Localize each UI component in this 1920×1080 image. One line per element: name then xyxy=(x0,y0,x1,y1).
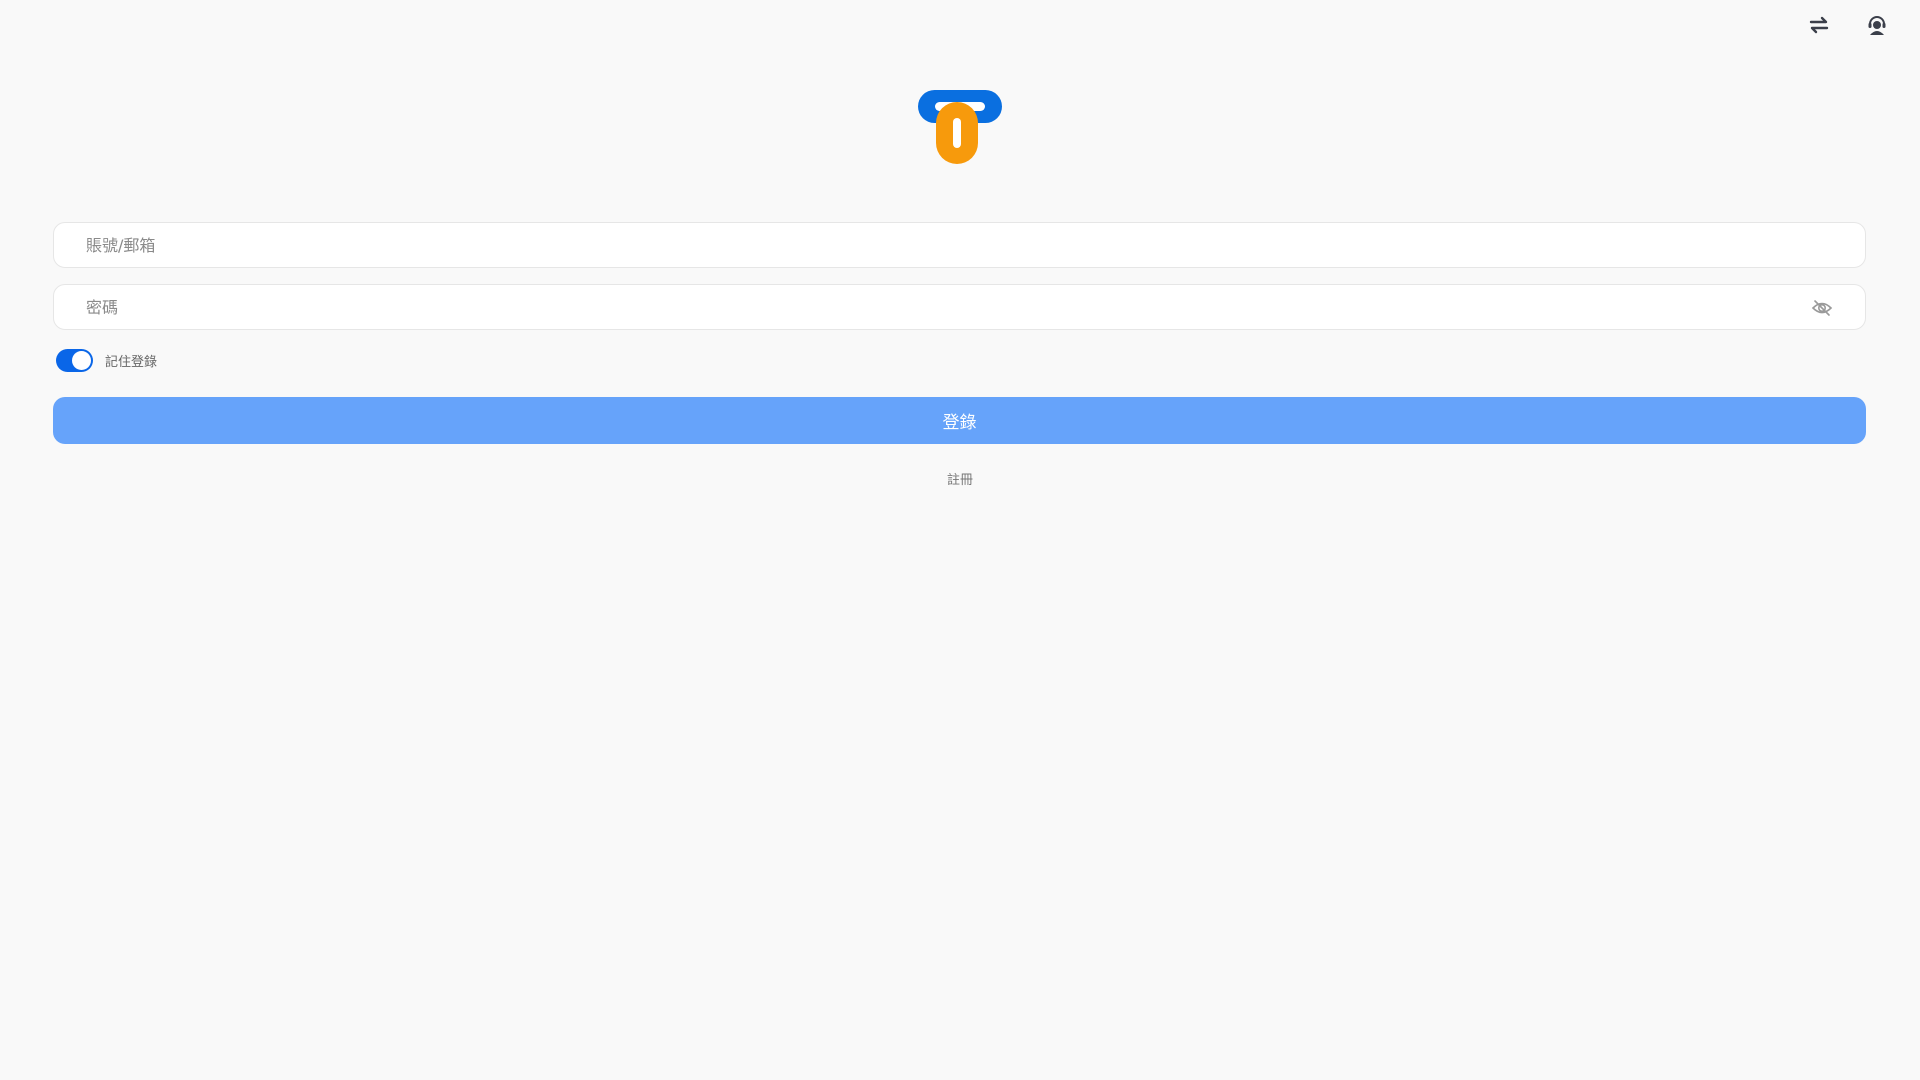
account-field[interactable] xyxy=(53,222,1866,268)
remember-login-label: 記住登錄 xyxy=(105,355,158,370)
top-toolbar xyxy=(1804,10,1892,40)
remember-login: 記住登錄 xyxy=(56,349,157,372)
remember-login-toggle[interactable] xyxy=(56,349,93,372)
login-button[interactable]: 登錄 xyxy=(53,397,1866,444)
account-input[interactable] xyxy=(54,223,1865,267)
toggle-knob xyxy=(72,351,91,370)
login-page: 記住登錄 登錄 註冊 xyxy=(0,0,1920,1080)
eye-off-icon[interactable] xyxy=(1811,297,1833,319)
support-agent-icon[interactable] xyxy=(1862,10,1892,40)
swap-icon[interactable] xyxy=(1804,10,1834,40)
password-input[interactable] xyxy=(54,285,1865,329)
password-field[interactable] xyxy=(53,284,1866,330)
register-link[interactable]: 註冊 xyxy=(0,469,1920,488)
app-logo xyxy=(918,90,1002,164)
